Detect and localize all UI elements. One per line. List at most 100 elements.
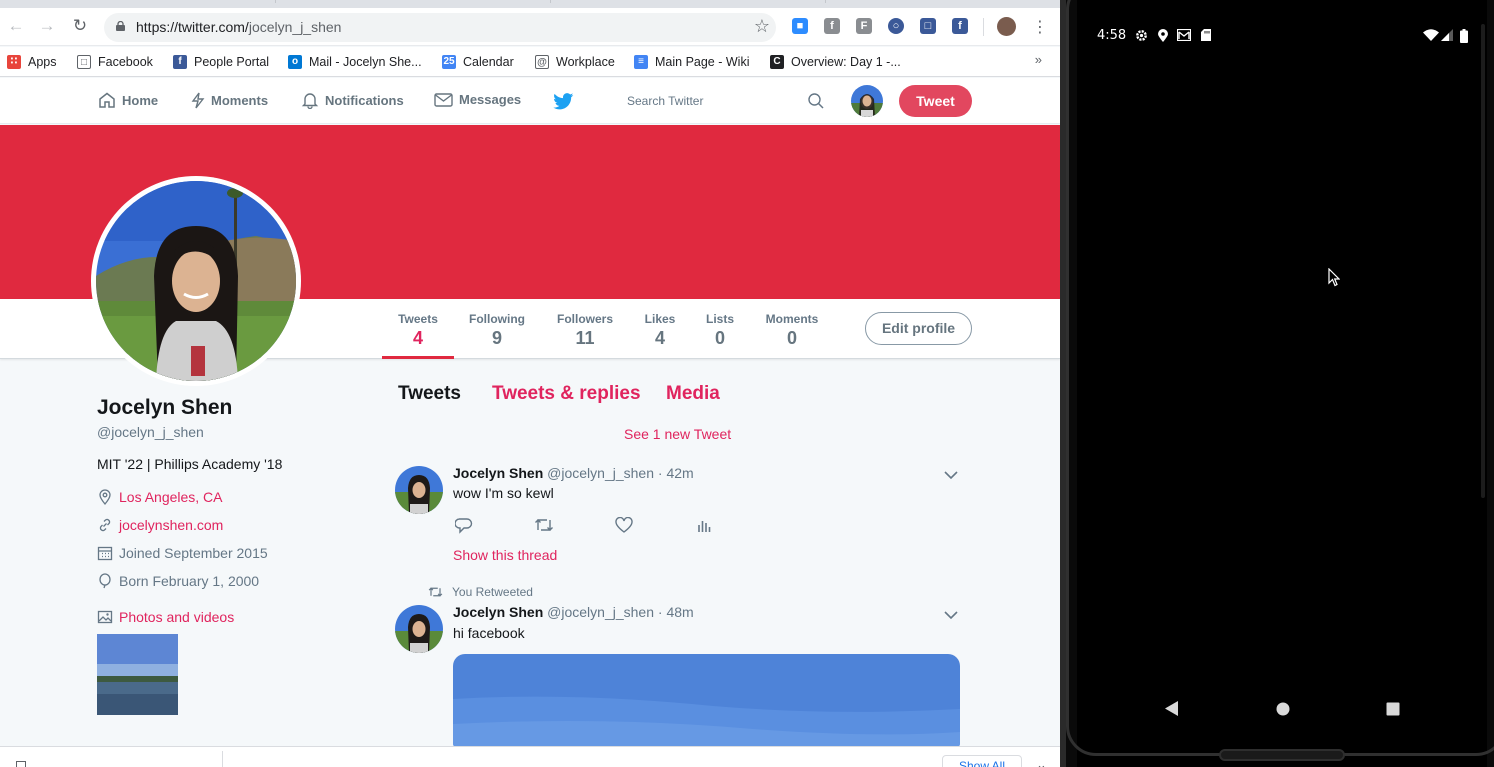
facebook-extension-icon[interactable]: f — [952, 18, 968, 34]
tweet-author-name[interactable]: Jocelyn Shen — [453, 604, 543, 620]
bookmark-item[interactable]: f People Portal — [173, 52, 269, 72]
emulator-home-bar — [1219, 749, 1345, 761]
tweet-media-image[interactable] — [453, 654, 960, 754]
tweet-avatar[interactable] — [395, 605, 443, 653]
android-back-icon[interactable] — [1165, 701, 1179, 716]
tweet-author-name[interactable]: Jocelyn Shen — [453, 465, 543, 481]
close-icon[interactable]: ⌄ — [1036, 757, 1047, 767]
profile-avatar-icon[interactable] — [997, 17, 1016, 36]
tweet-timestamp[interactable]: · 48m — [658, 604, 694, 620]
stat-tweets[interactable]: Tweets 4 — [392, 312, 444, 349]
tweet-author-handle[interactable]: @jocelyn_j_shen — [547, 465, 654, 481]
reload-icon[interactable]: ↻ — [71, 17, 89, 35]
nav-notifications-label: Notifications — [325, 93, 404, 108]
status-bar-time: 4:58 — [1097, 28, 1127, 43]
profile-joined-text: Joined September 2015 — [119, 545, 268, 561]
stat-moments[interactable]: Moments 0 — [760, 312, 824, 349]
download-shelf: Show All ⌄ — [0, 746, 1060, 767]
address-bar[interactable]: https://twitter.com/jocelyn_j_shen ☆ — [104, 13, 776, 42]
show-all-downloads-button[interactable]: Show All — [942, 755, 1022, 767]
profile-location-text: Los Angeles, CA — [119, 489, 223, 505]
nav-messages[interactable]: Messages — [434, 92, 521, 107]
tweet-avatar-photo — [395, 605, 443, 653]
lightning-icon — [191, 92, 205, 109]
menu-kebab-icon[interactable]: ⋮ — [1032, 17, 1048, 37]
media-thumbnail[interactable] — [97, 634, 178, 715]
facebook-grey-extension-icon[interactable]: f — [824, 18, 840, 34]
timeline-tab-tweets-replies[interactable]: Tweets & replies — [492, 383, 641, 405]
nav-home-label: Home — [122, 92, 159, 108]
wifi-icon — [1423, 29, 1439, 41]
profile-location[interactable]: Los Angeles, CA — [97, 489, 223, 505]
twitter-bird-icon[interactable] — [553, 93, 574, 110]
see-new-tweets-link[interactable]: See 1 new Tweet — [624, 426, 731, 442]
search-input[interactable] — [614, 86, 832, 116]
bookmark-label: Mail - Jocelyn She... — [309, 55, 422, 69]
forward-arrow-icon[interactable]: → — [38, 17, 56, 35]
timeline-tab-tweets[interactable]: Tweets — [398, 383, 461, 405]
stat-following[interactable]: Following 9 — [464, 312, 530, 349]
profile-bio: MIT '22 | Phillips Academy '18 — [97, 456, 283, 472]
stat-followers[interactable]: Followers 11 — [552, 312, 618, 349]
chevron-down-icon[interactable] — [944, 470, 958, 480]
retweet-icon[interactable] — [534, 517, 554, 533]
profile-avatar[interactable] — [91, 176, 301, 386]
bookmark-item[interactable]: o Mail - Jocelyn She... — [288, 52, 422, 72]
back-arrow-icon[interactable]: ← — [7, 17, 25, 35]
profile-website-text: jocelynshen.com — [119, 517, 224, 533]
nav-home[interactable]: Home — [98, 92, 158, 108]
profile-website[interactable]: jocelynshen.com — [97, 517, 223, 533]
tweet-button[interactable]: Tweet — [899, 85, 972, 117]
tweet-avatar[interactable] — [395, 466, 443, 514]
nav-avatar-photo — [851, 85, 883, 117]
bookmark-item[interactable]: □ Facebook — [77, 52, 153, 72]
f-extension-icon[interactable]: F — [856, 18, 872, 34]
tweet-timestamp[interactable]: · 42m — [658, 465, 694, 481]
profile-name[interactable]: Jocelyn Shen — [97, 396, 232, 420]
nav-moments[interactable]: Moments — [191, 92, 268, 109]
reply-icon[interactable] — [455, 517, 473, 534]
c-logo-icon: C — [770, 55, 784, 69]
chevron-down-icon[interactable] — [944, 610, 958, 620]
lock-extension-icon[interactable]: □ — [920, 18, 936, 34]
sd-card-icon — [1201, 29, 1211, 41]
profile-born-text: Born February 1, 2000 — [119, 573, 260, 589]
bell-icon — [301, 93, 319, 109]
stat-value: 4 — [412, 328, 423, 348]
nav-avatar[interactable] — [851, 85, 883, 117]
bookmark-item[interactable]: ≡ Main Page - Wiki — [634, 52, 749, 72]
nav-messages-label: Messages — [459, 92, 522, 107]
tweet-2-header: Jocelyn Shen @jocelyn_j_shen · 48m — [453, 604, 694, 620]
stat-lists[interactable]: Lists 0 — [700, 312, 740, 349]
photos-videos-link[interactable]: Photos and videos — [97, 609, 234, 625]
timeline-tab-media[interactable]: Media — [666, 383, 720, 405]
zoom-extension-icon[interactable]: ■ — [792, 18, 808, 34]
show-thread-link[interactable]: Show this thread — [453, 547, 557, 563]
tab-separator — [825, 0, 826, 3]
bookmark-item[interactable]: @ Workplace — [535, 52, 615, 72]
stat-value: 4 — [654, 328, 665, 348]
profile-photo — [96, 181, 296, 381]
bookmark-item[interactable]: ∷ Apps — [7, 52, 57, 72]
document-icon: ≡ — [634, 55, 648, 69]
edit-profile-button[interactable]: Edit profile — [865, 312, 972, 345]
calendar-icon: 25 — [442, 55, 456, 69]
analytics-icon[interactable] — [697, 518, 711, 532]
circle-extension-icon[interactable]: ○ — [888, 18, 904, 34]
active-stat-underline — [382, 356, 454, 359]
file-icon[interactable] — [16, 761, 26, 767]
android-recents-icon[interactable] — [1386, 702, 1400, 716]
link-icon — [99, 518, 111, 532]
lock-icon — [116, 21, 125, 31]
bookmark-item[interactable]: 25 Calendar — [442, 52, 514, 72]
tweet-author-handle[interactable]: @jocelyn_j_shen — [547, 604, 654, 620]
stat-likes[interactable]: Likes 4 — [640, 312, 680, 349]
search-icon[interactable] — [808, 93, 824, 109]
nav-notifications[interactable]: Notifications — [301, 92, 404, 109]
bookmark-item[interactable]: C Overview: Day 1 -... — [770, 52, 901, 72]
bookmark-star-icon[interactable]: ☆ — [754, 16, 770, 37]
android-home-icon[interactable] — [1276, 702, 1290, 716]
heart-icon[interactable] — [615, 517, 633, 533]
bookmarks-overflow-icon[interactable]: » — [1035, 52, 1042, 67]
profile-handle[interactable]: @jocelyn_j_shen — [97, 424, 204, 440]
